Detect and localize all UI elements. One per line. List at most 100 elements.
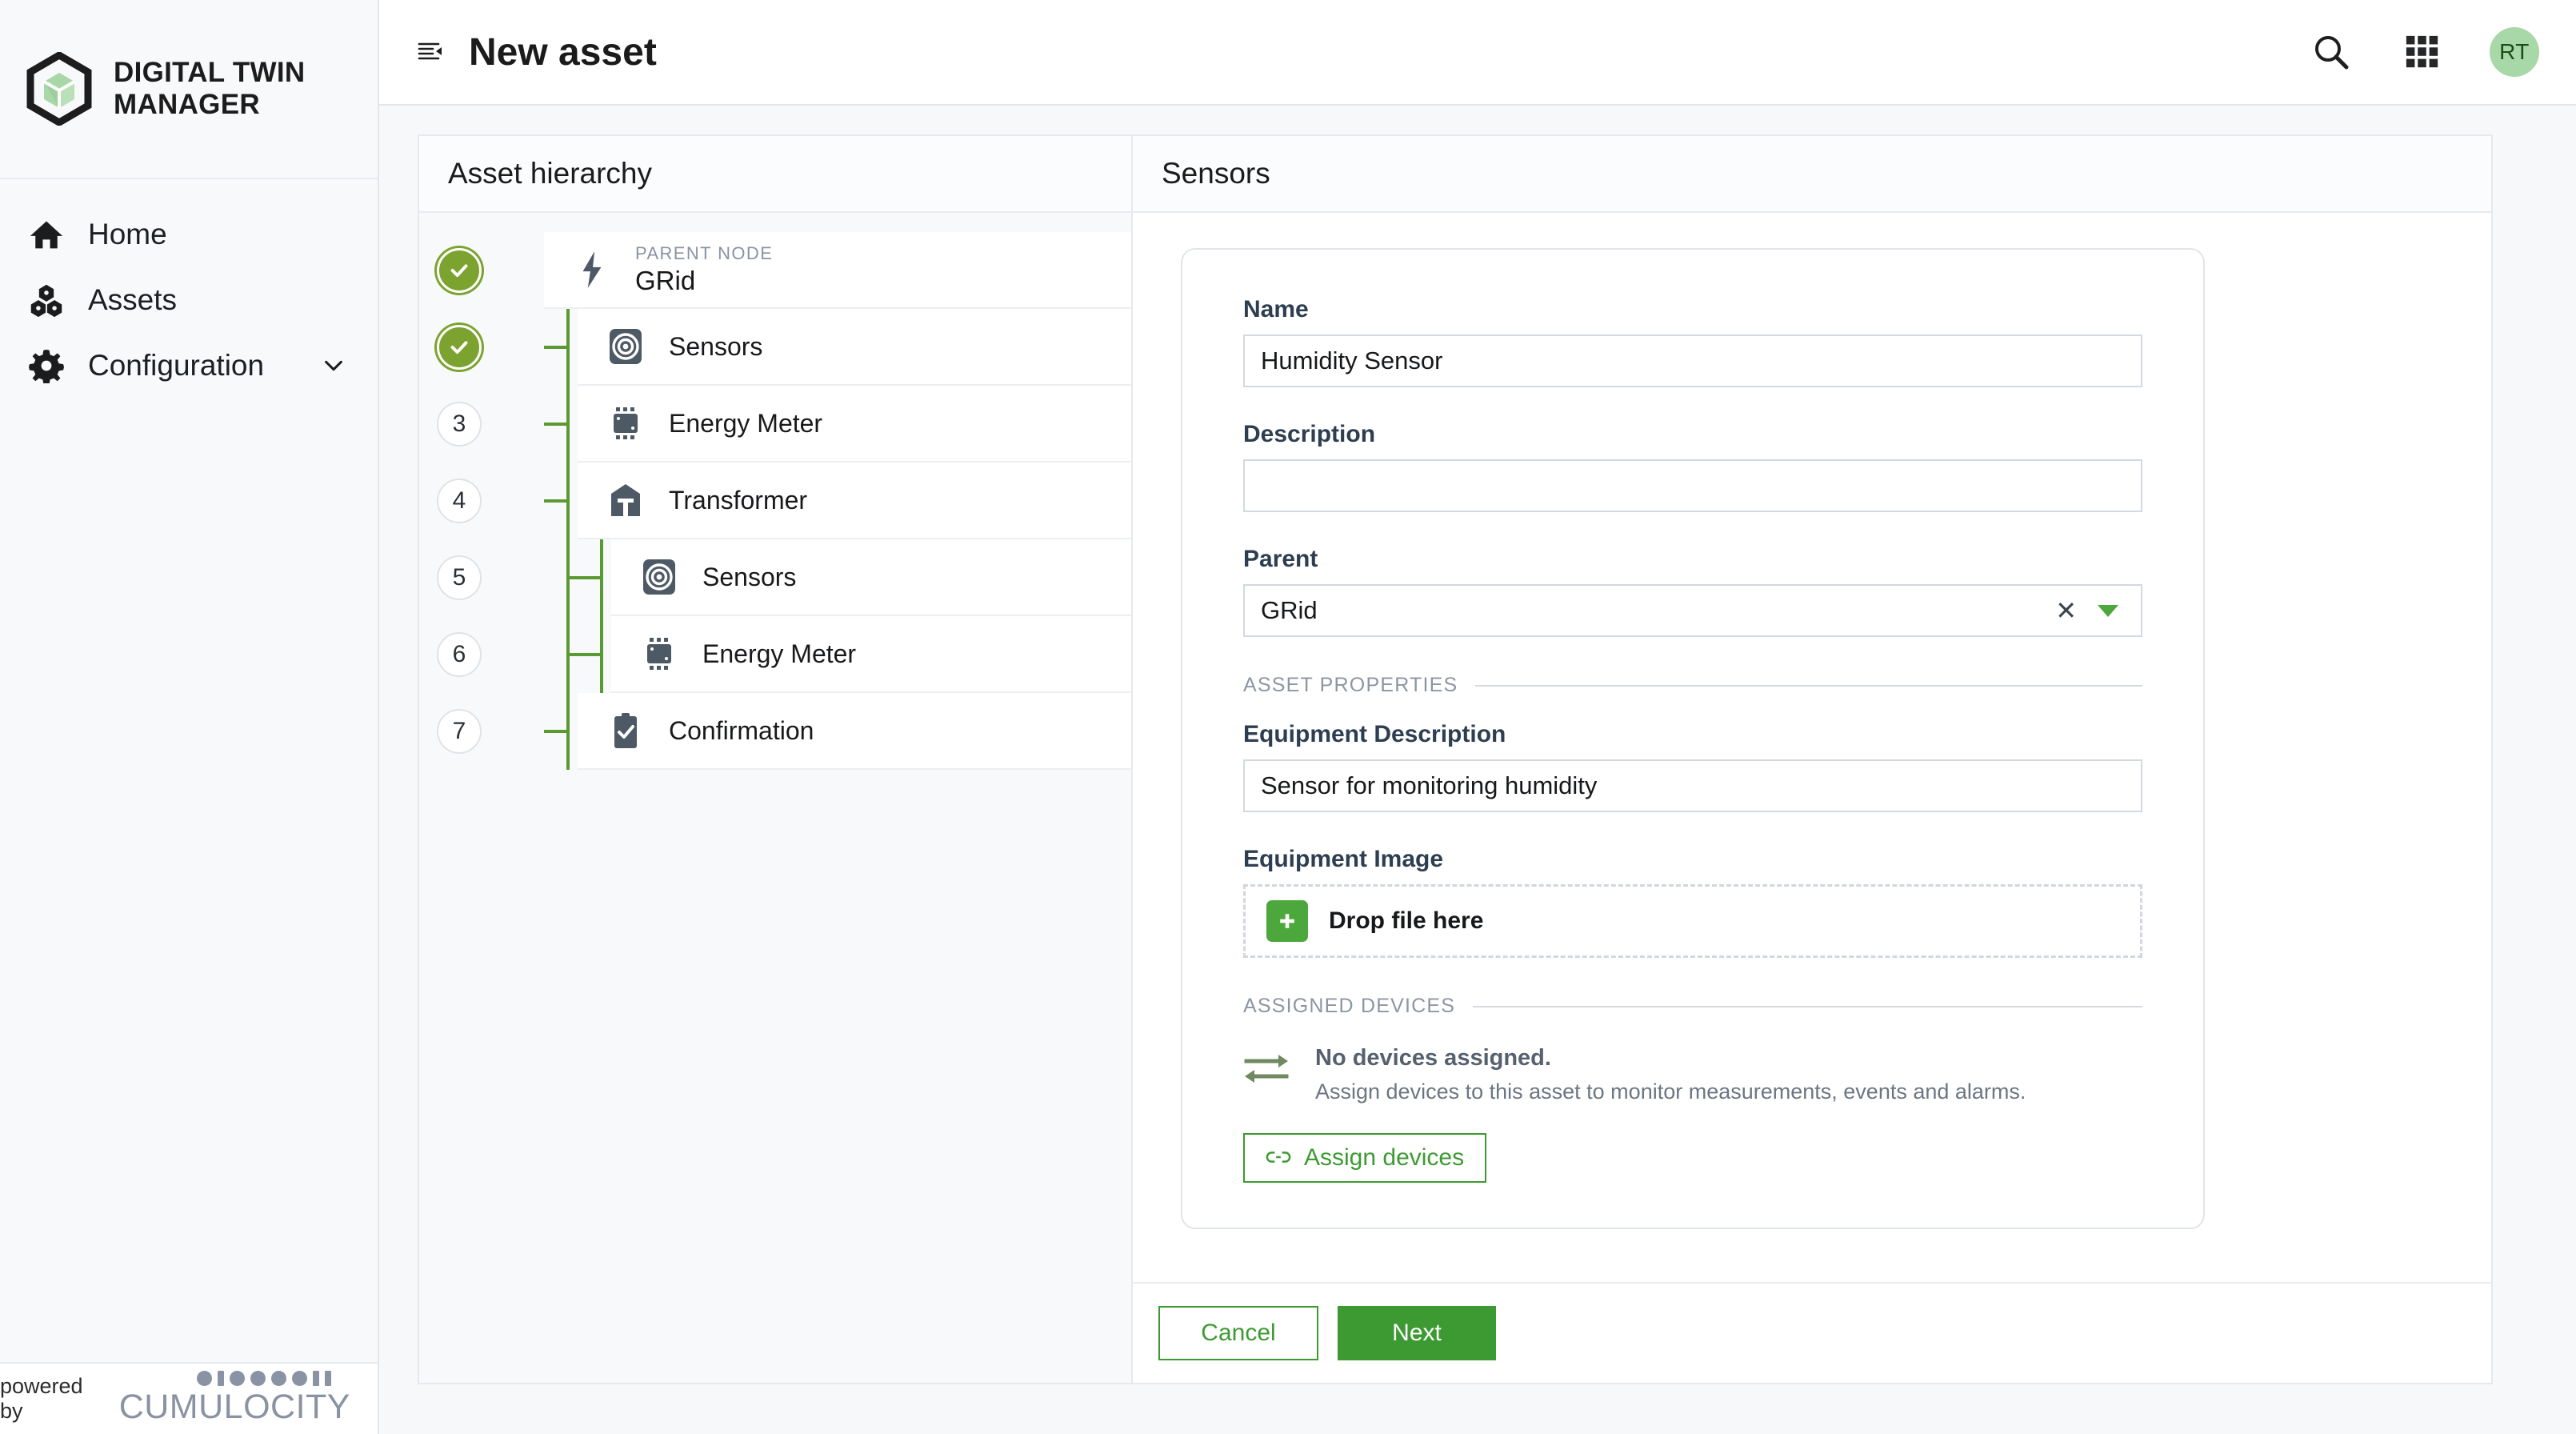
brand[interactable]: DIGITAL TWIN MANAGER <box>0 0 378 179</box>
step-indicator-5: 5 <box>437 555 482 600</box>
equipment-description-label: Equipment Description <box>1243 721 1506 747</box>
topbar: New asset RT <box>379 0 2576 106</box>
tree-connector <box>499 386 544 463</box>
powered-by-label: powered by <box>0 1374 83 1423</box>
main-area: New asset RT Asset hierarchy PARENT NODE… <box>379 0 2576 1434</box>
brand-line-1: DIGITAL TWIN <box>114 57 306 89</box>
asset-form-panel: Sensors Name Humidity Sensor Description <box>1133 134 2493 1384</box>
close-icon[interactable]: ✕ <box>2055 598 2077 623</box>
app-grid-icon[interactable] <box>2398 28 2446 76</box>
chevron-down-icon[interactable] <box>322 354 346 378</box>
sidebar-item-home[interactable]: Home <box>0 202 378 267</box>
asset-form-title: Sensors <box>1162 157 1270 190</box>
target-icon <box>638 556 680 598</box>
assigned-devices-subtitle: Assign devices to this asset to monitor … <box>1315 1080 2026 1104</box>
name-input[interactable]: Humidity Sensor <box>1243 334 2142 387</box>
asset-form-card: Name Humidity Sensor Description Parent … <box>1181 248 2205 1229</box>
description-input[interactable] <box>1243 459 2142 512</box>
tree-row[interactable]: PARENT NODE GRid <box>419 232 1131 309</box>
tree-node-transformer[interactable]: Transformer <box>578 463 1131 539</box>
gear-icon <box>27 346 66 385</box>
parent-node-tag: PARENT NODE <box>635 243 774 264</box>
sidebar-item-configuration-label: Configuration <box>88 349 265 382</box>
sidebar-item-home-label: Home <box>88 218 167 250</box>
bolt-icon <box>571 249 613 290</box>
sidebar-item-configuration[interactable]: Configuration <box>0 333 378 399</box>
assigned-devices-text: No devices assigned. Assign devices to t… <box>1315 1045 2026 1104</box>
avatar[interactable]: RT <box>2490 27 2539 77</box>
clipboard-check-icon <box>605 710 646 751</box>
tree-row[interactable]: 7 Confirmation <box>419 693 1131 770</box>
search-icon[interactable] <box>2307 28 2355 76</box>
field-parent: Parent GRid ✕ <box>1243 546 2142 637</box>
parent-label: Parent <box>1243 546 1318 572</box>
assigned-devices-empty-state: No devices assigned. Assign devices to t… <box>1243 1045 2142 1104</box>
asset-form-body: Name Humidity Sensor Description Parent … <box>1133 213 2491 1282</box>
tree-node-sensors-nested[interactable]: Sensors <box>611 539 1131 616</box>
step-indicator-wrap: 7 <box>419 693 499 770</box>
parent-node-name: GRid <box>635 265 696 295</box>
parent-select-value: GRid <box>1261 596 1318 624</box>
topbar-actions: RT <box>2307 27 2539 77</box>
sidebar-nav: Home Assets Configuration <box>0 179 378 399</box>
field-equipment-image: Equipment Image Drop file here <box>1243 846 2142 958</box>
tree-node-energy-meter-label: Energy Meter <box>669 408 823 438</box>
brand-text: DIGITAL TWIN MANAGER <box>114 57 306 121</box>
tree-node-confirmation-label: Confirmation <box>669 715 814 745</box>
cube-hexagon-logo-icon <box>26 50 93 127</box>
tree-node-energy-meter-nested-label: Energy Meter <box>702 639 857 668</box>
brand-line-2: MANAGER <box>114 89 260 120</box>
field-name: Name Humidity Sensor <box>1243 296 2142 387</box>
step-indicator-wrap <box>419 232 499 309</box>
collapse-menu-icon[interactable] <box>411 33 450 71</box>
asset-hierarchy-panel: Asset hierarchy PARENT NODE GRid Sensors… <box>418 134 1133 1384</box>
asset-form-footer: Cancel Next <box>1133 1282 2491 1383</box>
equipment-image-dropzone[interactable]: Drop file here <box>1243 884 2142 958</box>
divider <box>1475 684 2142 687</box>
asset-properties-legend: ASSET PROPERTIES <box>1243 674 2142 697</box>
cancel-button[interactable]: Cancel <box>1158 1306 1318 1360</box>
plus-icon[interactable] <box>1266 900 1308 942</box>
assigned-devices-legend: ASSIGNED DEVICES <box>1243 995 2142 1018</box>
tree-connector <box>499 616 544 693</box>
step-indicator-6: 6 <box>437 632 482 677</box>
tree-node-grid[interactable]: PARENT NODE GRid <box>544 232 1131 309</box>
step-indicator-3: 3 <box>437 402 482 447</box>
step-indicator-wrap <box>419 309 499 386</box>
name-label: Name <box>1243 296 1309 322</box>
sidebar-item-assets[interactable]: Assets <box>0 267 378 333</box>
tree-row[interactable]: 3 Energy Meter <box>419 386 1131 463</box>
field-equipment-description: Equipment Description Sensor for monitor… <box>1243 721 2142 812</box>
tree-row[interactable]: 4 Transformer <box>419 463 1131 539</box>
asset-form-header: Sensors <box>1133 136 2491 213</box>
parent-select-controls: ✕ <box>2055 598 2118 623</box>
microchip-icon <box>638 633 680 675</box>
equipment-image-label: Equipment Image <box>1243 846 1444 872</box>
step-indicator-4: 4 <box>437 479 482 523</box>
step-indicator-wrap: 6 <box>419 616 499 693</box>
step-indicator-wrap: 3 <box>419 386 499 463</box>
tree-node-confirmation[interactable]: Confirmation <box>578 693 1131 770</box>
parent-select[interactable]: GRid ✕ <box>1243 584 2142 637</box>
home-icon <box>27 215 66 254</box>
equipment-description-input[interactable]: Sensor for monitoring humidity <box>1243 759 2142 812</box>
assign-devices-button[interactable]: Assign devices <box>1243 1133 1487 1183</box>
description-label: Description <box>1243 421 1376 447</box>
sidebar: DIGITAL TWIN MANAGER Home Assets Configu… <box>0 0 379 1434</box>
tree-node-sensors-label: Sensors <box>669 331 763 361</box>
next-button[interactable]: Next <box>1338 1306 1496 1360</box>
tree-connector <box>499 539 544 616</box>
tree-row[interactable]: 5 Sensors <box>419 539 1131 616</box>
caret-down-icon[interactable] <box>2098 604 2118 617</box>
tree-row[interactable]: 6 Energy Meter <box>419 616 1131 693</box>
field-description: Description <box>1243 421 2142 512</box>
tree-node-energy-meter[interactable]: Energy Meter <box>578 386 1131 463</box>
step-indicator-1 <box>437 248 482 293</box>
transformer-icon <box>605 479 646 521</box>
tree-node-sensors[interactable]: Sensors <box>578 309 1131 386</box>
content-area: Asset hierarchy PARENT NODE GRid Sensors… <box>379 106 2576 1434</box>
tree-row[interactable]: Sensors <box>419 309 1131 386</box>
assigned-devices-legend-label: ASSIGNED DEVICES <box>1243 995 1456 1017</box>
cumulocity-wordmark: CUMULOCITY <box>118 1388 350 1426</box>
tree-node-energy-meter-nested[interactable]: Energy Meter <box>611 616 1131 693</box>
